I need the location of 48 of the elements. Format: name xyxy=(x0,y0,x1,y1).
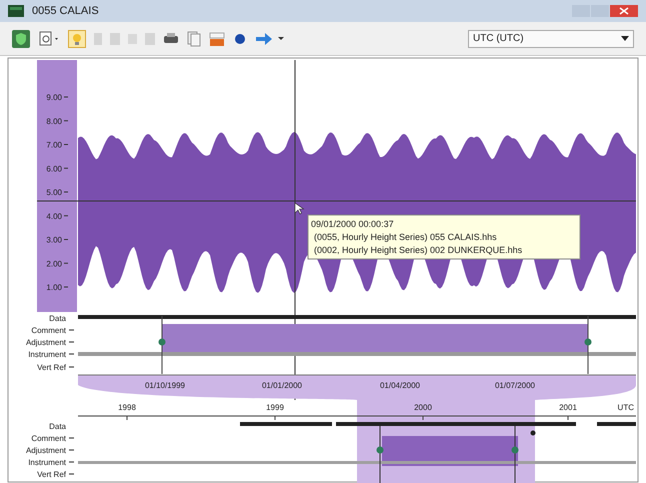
range-handle[interactable] xyxy=(584,338,592,346)
comment-marker xyxy=(530,430,536,436)
track-label: Adjustment xyxy=(26,446,66,455)
copy-icon[interactable] xyxy=(187,30,201,46)
tooltip-text: 09/01/2000 00:00:37 xyxy=(311,219,394,229)
date-label: 01/07/2000 xyxy=(494,381,536,390)
y-tick-label: 2.00 xyxy=(46,259,62,268)
track-label: Data xyxy=(49,422,66,431)
range-handle[interactable] xyxy=(158,338,166,346)
caret-icon xyxy=(621,36,629,41)
lightbulb-icon[interactable] xyxy=(68,30,86,48)
year-label: 1998 xyxy=(118,403,136,412)
cursor-icon xyxy=(294,202,304,214)
track-label: Adjustment xyxy=(26,338,66,347)
track-label: Comment xyxy=(31,326,66,335)
window-controls-icon[interactable] xyxy=(572,3,638,19)
track-label: Instrument xyxy=(28,458,66,467)
y-tick-label: 8.00 xyxy=(46,116,62,126)
date-label: 01/01/2000 xyxy=(262,381,302,390)
tooltip-text: (0055, Hourly Height Series) 055 CALAIS.hhs xyxy=(314,232,497,242)
track-label: Comment xyxy=(31,434,66,443)
track-label: Vert Ref xyxy=(37,470,66,479)
timezone-dropdown[interactable]: UTC (UTC) xyxy=(468,30,634,48)
tooltip-text: (0002, Hourly Height Series) 002 DUNKERQUE.hhs xyxy=(314,245,522,255)
date-label: 01/10/1999 xyxy=(144,381,186,390)
y-tick-label: 5.00 xyxy=(46,188,62,197)
year-label: 2001 xyxy=(559,403,577,412)
range-handle[interactable] xyxy=(512,446,518,454)
shield-icon[interactable] xyxy=(12,30,30,48)
y-tick-label: 3.00 xyxy=(46,236,62,244)
range-handle[interactable] xyxy=(376,446,384,454)
date-label: 01/04/2000 xyxy=(380,381,420,390)
y-tick-label: 9.00 xyxy=(46,93,62,102)
year-label: 2000 xyxy=(414,403,432,412)
zoom-icon[interactable] xyxy=(38,30,60,46)
y-tick-label: 4.00 xyxy=(46,212,62,221)
app-icon xyxy=(8,5,24,17)
y-tick-label: 6.00 xyxy=(46,164,62,174)
dot-icon[interactable] xyxy=(233,32,247,46)
track-label: Vert Ref xyxy=(37,363,66,372)
y-tick-label: 1.00 xyxy=(46,283,62,292)
year-label: 1999 xyxy=(266,403,284,412)
window-title: 0055 CALAIS xyxy=(32,4,99,19)
arrow-right-icon[interactable] xyxy=(255,32,285,46)
y-tick-label: 7.00 xyxy=(46,140,62,150)
track-label: Instrument xyxy=(28,350,66,359)
timezone-label: UTC xyxy=(618,403,634,412)
track-label: Data xyxy=(49,314,66,323)
